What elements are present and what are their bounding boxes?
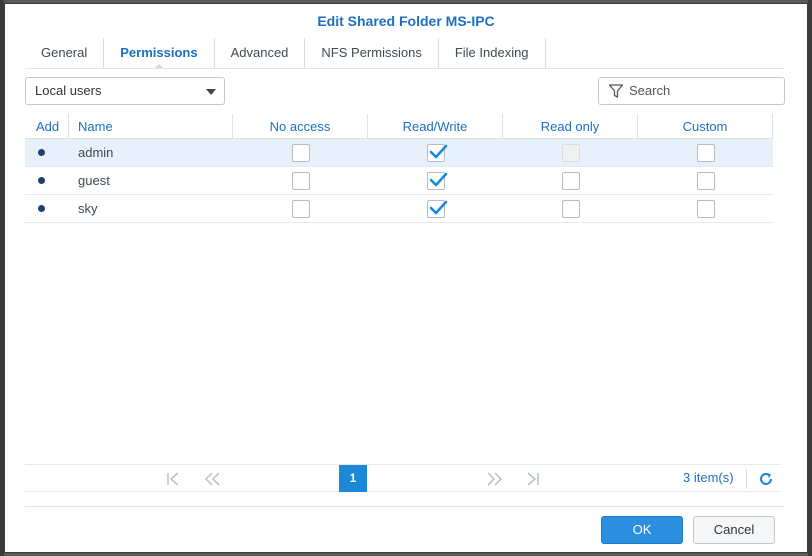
- read-only-checkbox: [561, 143, 580, 162]
- custom-cell: [638, 167, 773, 195]
- current-page-button[interactable]: 1: [339, 465, 367, 492]
- dialog-title: Edit Shared Folder MS-IPC: [317, 13, 495, 29]
- read-write-cell: [368, 195, 503, 223]
- window-frame-right: [808, 0, 812, 556]
- column-header-custom[interactable]: Custom: [638, 114, 773, 138]
- bullet-icon: [38, 149, 45, 156]
- bullet-icon: [38, 177, 45, 184]
- user-type-selected: Local users: [35, 83, 102, 98]
- column-header-read-only[interactable]: Read only: [503, 114, 638, 138]
- read-only-cell: [503, 167, 638, 195]
- read-write-checkbox[interactable]: [426, 171, 447, 190]
- table-row[interactable]: admin: [25, 139, 773, 167]
- chevron-down-icon: [206, 89, 216, 95]
- custom-checkbox[interactable]: [696, 199, 715, 218]
- permissions-grid: Add Name No access Read/Write Read only …: [25, 114, 773, 223]
- no-access-checkbox[interactable]: [291, 143, 310, 162]
- first-page-icon[interactable]: [165, 471, 181, 487]
- read-write-checkbox[interactable]: [426, 199, 447, 218]
- filter-icon: [608, 84, 624, 98]
- custom-cell: [638, 139, 773, 167]
- table-row[interactable]: guest: [25, 167, 773, 195]
- tab-general[interactable]: General: [25, 38, 105, 68]
- last-page-icon[interactable]: [525, 471, 541, 487]
- tab-bar: General Permissions Advanced NFS Permiss…: [25, 38, 546, 69]
- tab-permissions[interactable]: Permissions: [104, 38, 215, 69]
- cancel-button[interactable]: Cancel: [693, 516, 775, 544]
- no-access-cell: [233, 167, 368, 195]
- bullet-icon: [38, 205, 45, 212]
- user-type-dropdown[interactable]: Local users: [25, 77, 225, 105]
- no-access-checkbox[interactable]: [291, 171, 310, 190]
- add-cell: [25, 139, 69, 167]
- user-name: sky: [78, 201, 98, 216]
- read-only-cell: [503, 139, 638, 167]
- read-only-cell: [503, 195, 638, 223]
- checkmark-icon: [429, 172, 447, 186]
- no-access-checkbox[interactable]: [291, 199, 310, 218]
- read-write-checkbox[interactable]: [426, 143, 447, 162]
- user-name: guest: [78, 173, 110, 188]
- checkmark-icon: [429, 200, 447, 214]
- search-input[interactable]: Search: [598, 77, 785, 105]
- column-header-read-write[interactable]: Read/Write: [368, 114, 503, 138]
- items-count: 3 item(s): [683, 470, 734, 485]
- checkmark-icon: [429, 144, 447, 158]
- custom-cell: [638, 195, 773, 223]
- tab-divider: [25, 68, 785, 69]
- refresh-icon[interactable]: [758, 471, 774, 487]
- user-name: admin: [78, 145, 114, 160]
- footer-divider: [25, 506, 785, 507]
- add-cell: [25, 167, 69, 195]
- read-write-cell: [368, 167, 503, 195]
- read-write-cell: [368, 139, 503, 167]
- column-header-name[interactable]: Name: [69, 114, 233, 138]
- ok-button[interactable]: OK: [601, 516, 683, 544]
- tab-advanced[interactable]: Advanced: [215, 38, 306, 68]
- tab-file-indexing[interactable]: File Indexing: [439, 38, 546, 68]
- edit-shared-folder-dialog: Edit Shared Folder MS-IPC General Permis…: [4, 3, 808, 553]
- tab-nfs-permissions[interactable]: NFS Permissions: [305, 38, 439, 68]
- pagination-bar: 1 3 item(s): [25, 464, 781, 492]
- grid-header: Add Name No access Read/Write Read only …: [25, 114, 773, 139]
- read-only-checkbox[interactable]: [561, 171, 580, 190]
- next-page-icon[interactable]: [486, 471, 504, 487]
- custom-checkbox[interactable]: [696, 171, 715, 190]
- table-row[interactable]: sky: [25, 195, 773, 223]
- read-only-checkbox[interactable]: [561, 199, 580, 218]
- column-header-no-access[interactable]: No access: [233, 114, 368, 138]
- no-access-cell: [233, 195, 368, 223]
- column-header-add[interactable]: Add: [25, 114, 69, 138]
- custom-checkbox[interactable]: [696, 143, 715, 162]
- pager-divider: [746, 469, 747, 489]
- previous-page-icon[interactable]: [203, 471, 221, 487]
- add-cell: [25, 195, 69, 223]
- no-access-cell: [233, 139, 368, 167]
- search-placeholder: Search: [629, 83, 671, 98]
